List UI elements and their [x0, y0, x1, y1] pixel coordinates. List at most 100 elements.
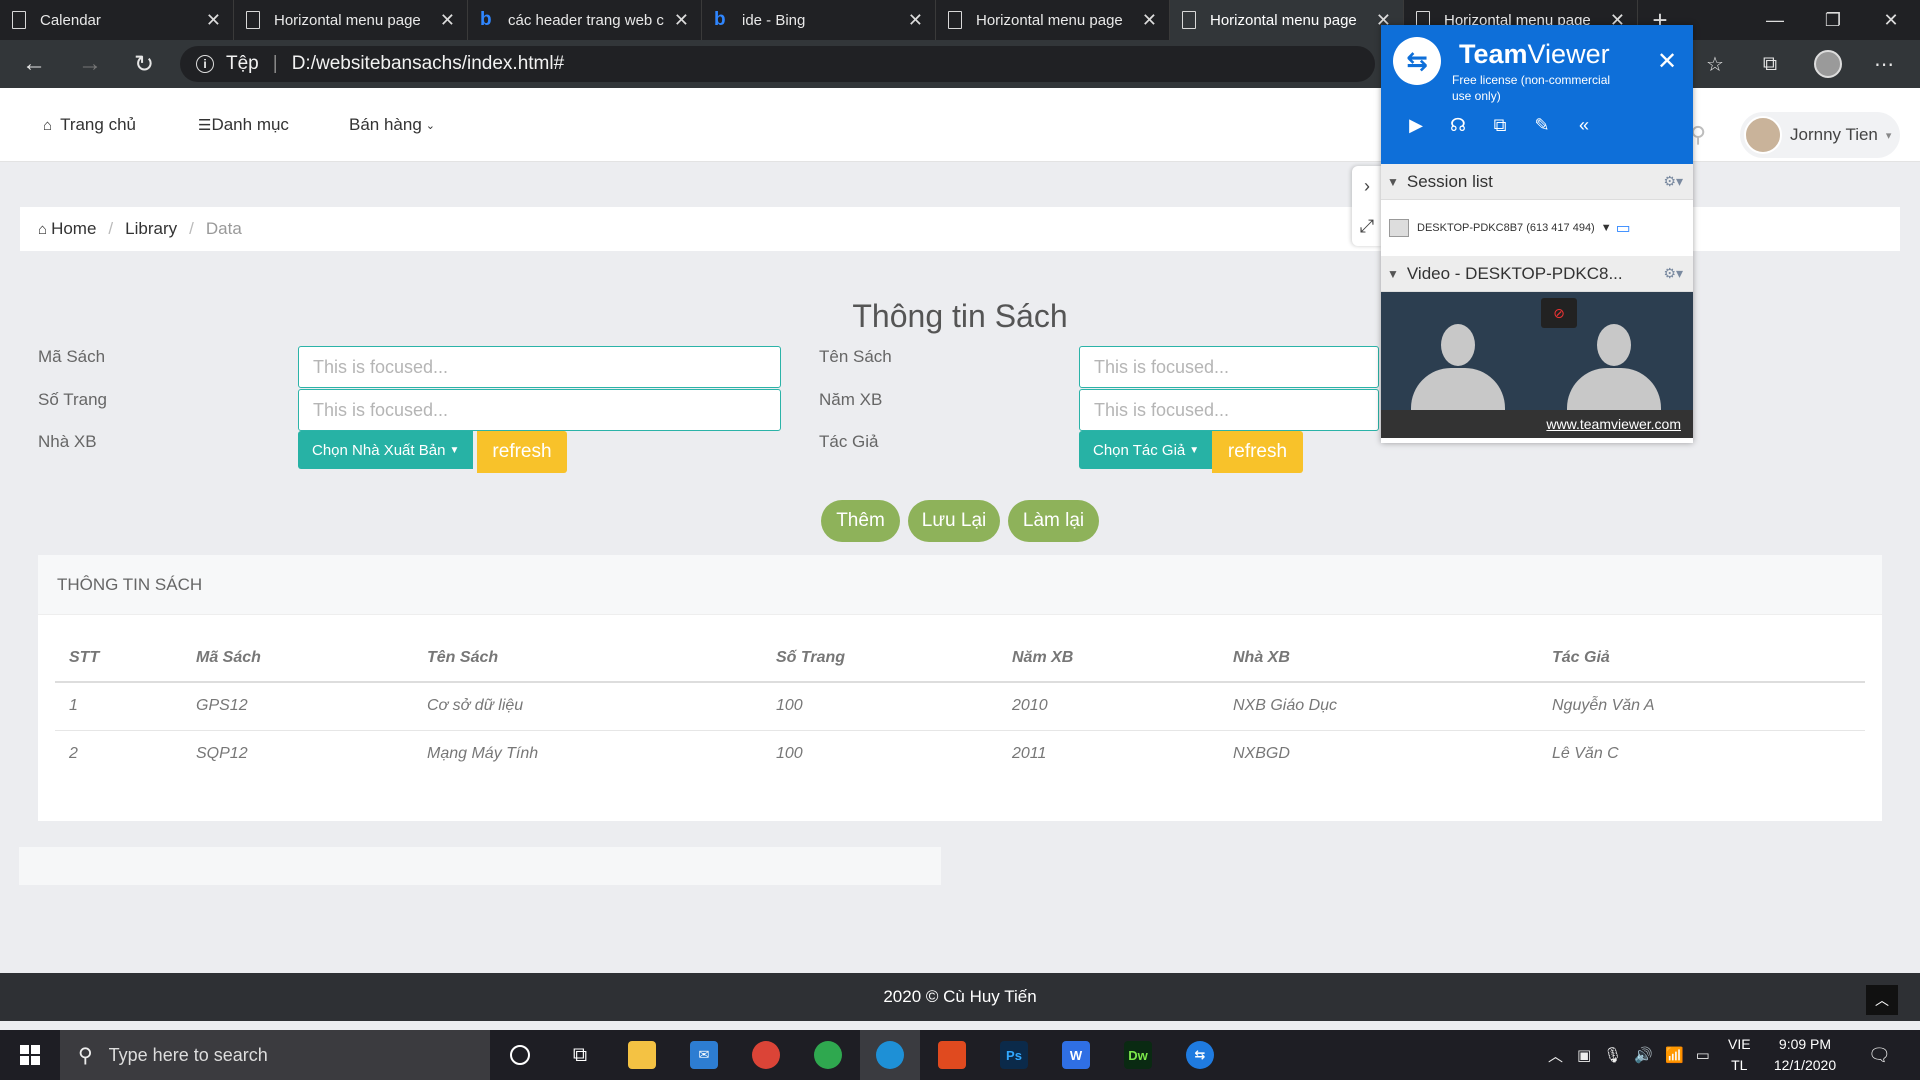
- chrome-icon[interactable]: [736, 1030, 796, 1080]
- close-icon[interactable]: ✕: [908, 10, 923, 31]
- input-language[interactable]: VIE TL: [1728, 1034, 1751, 1076]
- keyboard-layout: TL: [1731, 1057, 1748, 1073]
- breadcrumb-home[interactable]: Home: [51, 219, 96, 239]
- teamviewer-taskbar-icon[interactable]: ⇆: [1170, 1030, 1230, 1080]
- microphone-icon[interactable]: 🎙: [1603, 1046, 1622, 1064]
- tab-header-search[interactable]: b các header trang web c ✕: [468, 0, 702, 40]
- close-icon[interactable]: ✕: [1142, 10, 1157, 31]
- monitor-icon[interactable]: ▭: [1616, 218, 1631, 238]
- window-controls: — ❐ ✕: [1746, 0, 1920, 40]
- photoshop-icon[interactable]: Ps: [984, 1030, 1044, 1080]
- battery-icon[interactable]: ▭: [1696, 1046, 1710, 1064]
- minimize-icon[interactable]: —: [1746, 0, 1804, 40]
- user-menu[interactable]: Jornny Tien ▾: [1740, 112, 1900, 158]
- office-icon[interactable]: [922, 1030, 982, 1080]
- add-button[interactable]: Thêm: [821, 500, 900, 542]
- collapse-icon[interactable]: «: [1563, 115, 1605, 136]
- session-list-header[interactable]: ▼ Session list ⚙▾: [1381, 164, 1693, 200]
- headset-icon[interactable]: ☊: [1437, 115, 1479, 136]
- table-cell: GPS12: [182, 682, 413, 731]
- fullscreen-icon[interactable]: ⤢: [1352, 206, 1382, 246]
- task-view-icon[interactable]: ⧉: [550, 1030, 610, 1080]
- save-button[interactable]: Lưu Lại: [908, 500, 1000, 542]
- wifi-icon[interactable]: 📶: [1665, 1046, 1684, 1064]
- device-icon[interactable]: ▣: [1577, 1046, 1591, 1064]
- wps-writer-icon[interactable]: W: [1046, 1030, 1106, 1080]
- start-button[interactable]: [0, 1030, 60, 1080]
- table-row[interactable]: 1 GPS12 Cơ sở dữ liệu 100 2010 NXB Giáo …: [55, 682, 1865, 731]
- tab-calendar[interactable]: Calendar ✕: [0, 0, 234, 40]
- ten-sach-input[interactable]: [1079, 346, 1379, 388]
- refresh-publisher-button[interactable]: refresh: [477, 431, 567, 473]
- tab-bing[interactable]: b ide - Bing ✕: [702, 0, 936, 40]
- publisher-dropdown[interactable]: Chọn Nhà Xuất Bản ▼: [298, 431, 474, 469]
- list-icon: ☰: [198, 117, 212, 134]
- cortana-icon[interactable]: [490, 1030, 550, 1080]
- restore-icon[interactable]: ❐: [1804, 0, 1862, 40]
- ma-sach-input[interactable]: [298, 346, 781, 388]
- collections-icon[interactable]: ⧉: [1752, 46, 1788, 82]
- chevron-right-icon[interactable]: ›: [1352, 166, 1382, 206]
- gear-icon[interactable]: ⚙▾: [1663, 265, 1683, 282]
- taskbar-clock[interactable]: 9:09 PM 12/1/2020: [1760, 1034, 1850, 1076]
- table-cell: 100: [776, 745, 803, 763]
- label-ten-sach: Tên Sách: [819, 347, 892, 366]
- session-entry[interactable]: DESKTOP-PDKC8B7 (613 417 494) ▼ ▭: [1381, 200, 1693, 256]
- empty-panel: [19, 847, 941, 885]
- mail-icon[interactable]: ✉: [674, 1030, 734, 1080]
- teamviewer-panel: ⇆ TeamViewer Free license (non-commercia…: [1381, 25, 1693, 443]
- close-window-icon[interactable]: ✕: [1862, 0, 1920, 40]
- breadcrumb-library[interactable]: Library: [125, 219, 177, 239]
- close-icon[interactable]: ✕: [1657, 47, 1677, 76]
- taskbar-search[interactable]: ⚲ Type here to search: [60, 1030, 490, 1080]
- video-header[interactable]: ▼ Video - DESKTOP-PDKC8... ⚙▾: [1381, 256, 1693, 292]
- back-icon[interactable]: ←: [16, 46, 52, 82]
- info-icon[interactable]: i: [196, 55, 214, 73]
- refresh-icon[interactable]: ↻: [126, 46, 162, 82]
- refresh-author-button[interactable]: refresh: [1212, 431, 1303, 473]
- profile-icon[interactable]: [1810, 46, 1846, 82]
- card-heading: THÔNG TIN SÁCH: [38, 555, 1882, 615]
- nav-home[interactable]: ⌂ Trang chủ: [43, 88, 136, 162]
- close-icon[interactable]: ✕: [440, 10, 455, 31]
- favorites-icon[interactable]: ☆: [1697, 46, 1733, 82]
- scroll-to-top-button[interactable]: ︿: [1866, 985, 1898, 1015]
- notifications-icon[interactable]: 🗨: [1868, 1030, 1891, 1080]
- nav-category[interactable]: ☰ Danh mục: [198, 88, 289, 162]
- nam-xb-input[interactable]: [1079, 389, 1379, 431]
- tab-horizontal-menu-active[interactable]: Horizontal menu page ✕: [1170, 0, 1404, 40]
- reset-button[interactable]: Làm lại: [1008, 500, 1099, 542]
- tab-horizontal-menu-2[interactable]: Horizontal menu page ✕: [936, 0, 1170, 40]
- coccoc-icon[interactable]: [798, 1030, 858, 1080]
- pen-icon[interactable]: ✎: [1521, 115, 1563, 136]
- triangle-down-icon[interactable]: ▼: [1601, 222, 1612, 234]
- edge-icon[interactable]: [860, 1030, 920, 1080]
- nav-sales[interactable]: Bán hàng ⌄: [349, 88, 435, 162]
- file-explorer-icon[interactable]: [612, 1030, 672, 1080]
- tab-horizontal-menu-1[interactable]: Horizontal menu page ✕: [234, 0, 468, 40]
- caret-down-icon: ▼: [1189, 444, 1200, 456]
- chevron-up-icon[interactable]: ︿: [1548, 1045, 1563, 1066]
- taskbar-search-placeholder: Type here to search: [108, 1044, 268, 1065]
- triangle-down-icon: ▼: [1387, 174, 1399, 189]
- table-row[interactable]: 2 SQP12 Mạng Máy Tính 100 2011 NXBGD Lê …: [55, 730, 1865, 778]
- so-trang-input[interactable]: [298, 389, 781, 431]
- chevron-down-icon: ▾: [1885, 129, 1892, 142]
- gear-icon[interactable]: ⚙▾: [1663, 173, 1683, 190]
- close-icon[interactable]: ✕: [206, 10, 221, 31]
- copy-icon[interactable]: ⧉: [1479, 115, 1521, 136]
- url-separator: |: [272, 53, 278, 74]
- close-icon[interactable]: ✕: [674, 10, 689, 31]
- column-header: Nhà XB: [1219, 635, 1538, 683]
- teamviewer-link[interactable]: www.teamviewer.com: [1381, 410, 1693, 438]
- video-title: Video - DESKTOP-PDKC8...: [1406, 263, 1623, 283]
- license-text: Free license (non-commercial use only): [1452, 73, 1611, 103]
- dreamweaver-icon[interactable]: Dw: [1108, 1030, 1168, 1080]
- address-bar[interactable]: i Tệp | D:/websitebansachs/index.html#: [180, 46, 1375, 82]
- label-tac-gia: Tác Giả: [819, 432, 879, 451]
- forward-icon[interactable]: →: [72, 46, 108, 82]
- more-icon[interactable]: ⋯: [1866, 46, 1902, 82]
- author-dropdown[interactable]: Chọn Tác Giả ▼: [1079, 431, 1214, 469]
- video-camera-icon[interactable]: ▶: [1395, 115, 1437, 136]
- volume-icon[interactable]: 🔊: [1634, 1046, 1653, 1064]
